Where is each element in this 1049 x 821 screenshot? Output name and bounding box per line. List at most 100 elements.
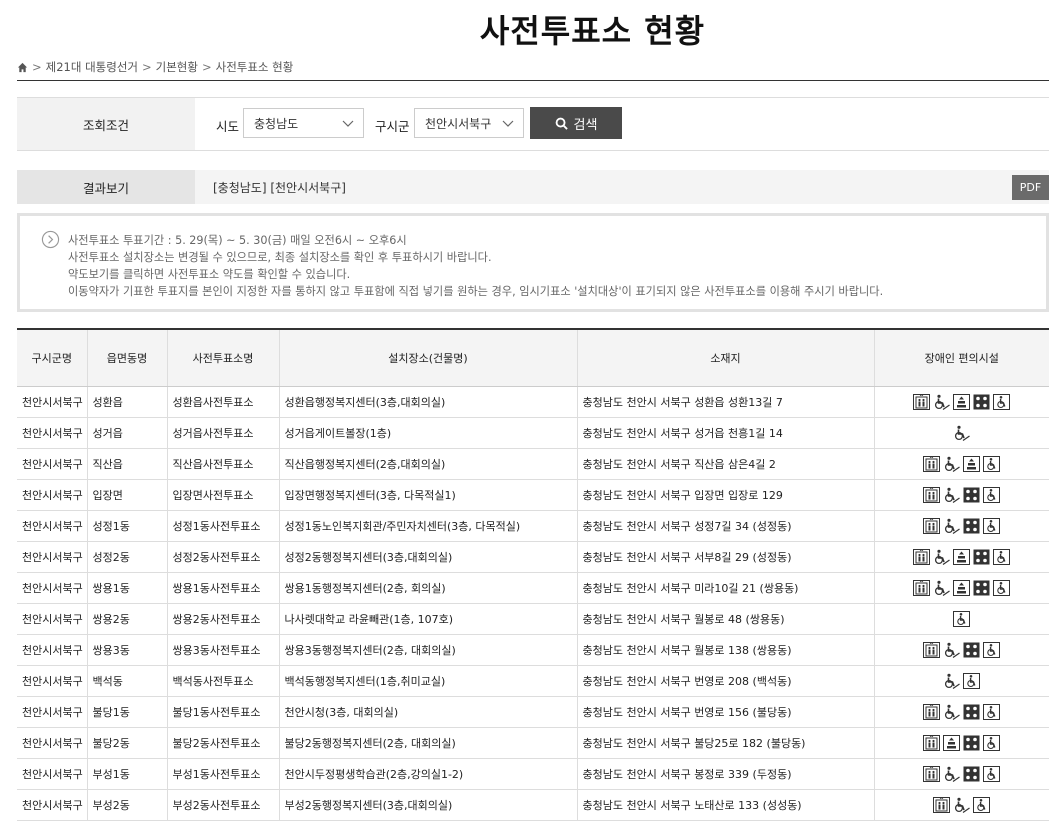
header-facilities: 장애인 편의시설 [873, 329, 1049, 387]
cell-facilities [873, 665, 1049, 696]
elevator-icon [923, 455, 941, 472]
cell-facilities [873, 634, 1049, 665]
breadcrumb-item-basic[interactable]: 기본현황 [156, 59, 198, 75]
cell-address: 충청남도 천안시 서북구 성환읍 성환13길 7 [576, 386, 874, 417]
cell-address: 충청남도 천안시 서북구 번영로 208 (백석동) [576, 665, 874, 696]
cell-address: 충청남도 천안시 서북구 서부8길 29 (성정동) [576, 541, 874, 572]
search-icon [555, 117, 568, 130]
cell-facilities [873, 696, 1049, 727]
cell-place: 천안시청(3층, 대회의실) [278, 696, 577, 727]
elevator-icon [933, 796, 951, 813]
cell-place: 입장면행정복지센터(3층, 다목적실1) [278, 479, 577, 510]
cell-station-name: 성정2동사전투표소 [166, 541, 279, 572]
chevron-down-icon [342, 120, 354, 127]
wheelchair-ramp-icon [943, 642, 961, 658]
cell-station-name: 직산읍사전투표소 [166, 448, 279, 479]
breadcrumb-item-election[interactable]: 제21대 대통령선거 [46, 59, 138, 75]
cell-station-name: 성정1동사전투표소 [166, 510, 279, 541]
cell-dong: 쌍용2동 [86, 603, 167, 634]
cell-place: 성정2동행정복지센터(3층,대회의실) [278, 541, 577, 572]
chevron-down-icon [502, 120, 514, 127]
wheelchair-icon [973, 796, 991, 813]
table-row: 천안시서북구 부성2동 부성2동사전투표소 부성2동행정복지센터(3층,대회의실) 충청… [17, 789, 1049, 820]
cell-dong: 부성2동 [86, 789, 167, 820]
cell-gu: 천안시서북구 [22, 674, 83, 688]
gu-select[interactable]: 천안시서북구 [414, 108, 524, 138]
cell-dong: 입장면 [86, 479, 167, 510]
gu-select-value: 천안시서북구 [425, 116, 492, 131]
wheelchair-ramp-icon [943, 673, 961, 689]
cell-facilities [873, 448, 1049, 479]
wheelchair-ramp-icon [933, 394, 951, 410]
cell-place: 직산읍행정복지센터(2층,대회의실) [278, 448, 577, 479]
table-row: 천안시서북구 성정1동 성정1동사전투표소 성정1동노인복지회관/주민자치센터(3층,… [17, 510, 1049, 541]
search-button-label: 검색 [573, 117, 598, 133]
pdf-button[interactable]: PDF [1012, 175, 1049, 200]
braille-icon [973, 394, 990, 410]
cell-address: 충청남도 천안시 서북구 월봉로 48 (쌍용동) [576, 603, 874, 634]
cell-address: 충청남도 천안시 서북구 번영로 156 (불당동) [576, 696, 874, 727]
elevator-button-icon [943, 734, 961, 751]
sido-select[interactable]: 충청남도 [243, 108, 364, 138]
breadcrumb-separator: > [142, 60, 152, 74]
header-dong: 읍면동명 [86, 329, 167, 387]
header-gu: 구시군명 [17, 329, 87, 387]
header-place: 설치장소(건물명) [278, 329, 577, 387]
table-row: 천안시서북구 부성1동 부성1동사전투표소 천안시두정평생학습관(2층,강의실1-2)… [17, 758, 1049, 789]
search-button[interactable]: 검색 [530, 107, 622, 139]
cell-facilities [873, 758, 1049, 789]
notice-line: 사전투표소 설치장소는 변경될 수 있으므로, 최종 설치장소를 확인 후 투표… [68, 251, 492, 264]
wheelchair-icon [983, 703, 1001, 720]
cell-dong: 직산읍 [86, 448, 167, 479]
cell-station-name: 부성2동사전투표소 [166, 789, 279, 820]
elevator-icon [913, 579, 931, 596]
cell-station-name: 성환읍사전투표소 [166, 386, 279, 417]
table-row: 천안시서북구 입장면 입장면사전투표소 입장면행정복지센터(3층, 다목적실1) 충청남… [17, 479, 1049, 510]
notice-line: 사전투표소 투표기간 : 5. 29(목) ~ 5. 30(금) 매일 오전6시… [68, 234, 407, 247]
breadcrumb: > 제21대 대통령선거 > 기본현황 > 사전투표소 현황 [17, 59, 293, 75]
braille-icon [973, 580, 990, 596]
elevator-button-icon [953, 393, 971, 410]
cell-gu: 천안시서북구 [22, 798, 83, 812]
wheelchair-ramp-icon [943, 518, 961, 534]
result-panel-label: 결과보기 [17, 170, 195, 204]
elevator-icon [923, 765, 941, 782]
cell-gu: 천안시서북구 [22, 581, 83, 595]
cell-dong: 쌍용1동 [86, 572, 167, 603]
sido-label: 시도 [216, 119, 240, 134]
elevator-button-icon [953, 579, 971, 596]
braille-icon [963, 766, 980, 782]
cell-place: 쌍용3동행정복지센터(2층, 대회의실) [278, 634, 577, 665]
wheelchair-ramp-icon [943, 704, 961, 720]
cell-gu: 천안시서북구 [22, 550, 83, 564]
wheelchair-icon [953, 610, 971, 627]
notice-box: 사전투표소 투표기간 : 5. 29(목) ~ 5. 30(금) 매일 오전6시… [17, 213, 1049, 312]
breadcrumb-item-current: 사전투표소 현황 [215, 60, 294, 74]
gu-label: 구시군 [375, 119, 410, 134]
breadcrumb-separator: > [32, 60, 42, 74]
table-row: 천안시서북구 쌍용2동 쌍용2동사전투표소 나사렛대학교 라윤빼관(1층, 107호)… [17, 603, 1049, 634]
result-panel: 결과보기 [충청남도] [천안시서북구] PDF [17, 170, 1049, 204]
wheelchair-icon [983, 517, 1001, 534]
cell-dong: 백석동 [86, 665, 167, 696]
table-header-row: 구시군명 읍면동명 사전투표소명 설치장소(건물명) 소재지 장애인 편의시설 [17, 329, 1049, 387]
cell-address: 충청남도 천안시 서북구 입장면 입장로 129 [576, 479, 874, 510]
table-row: 천안시서북구 성환읍 성환읍사전투표소 성환읍행정복지센터(3층,대회의실) 충청남도 … [17, 386, 1049, 417]
cell-facilities [873, 417, 1049, 448]
cell-station-name: 쌍용3동사전투표소 [166, 634, 279, 665]
home-icon[interactable] [17, 62, 28, 73]
wheelchair-icon [983, 734, 1001, 751]
elevator-icon [913, 393, 931, 410]
cell-facilities [873, 727, 1049, 758]
cell-facilities [873, 510, 1049, 541]
elevator-icon [923, 734, 941, 751]
cell-place: 백석동행정복지센터(1층,취미교실) [278, 665, 577, 696]
cell-address: 충청남도 천안시 서북구 봉정로 339 (두정동) [576, 758, 874, 789]
title-divider [17, 80, 1049, 81]
wheelchair-icon [983, 455, 1001, 472]
cell-place: 성거읍게이트볼장(1층) [278, 417, 577, 448]
table-row: 천안시서북구 불당2동 불당2동사전투표소 불당2동행정복지센터(2층, 대회의실) 충… [17, 727, 1049, 758]
cell-address: 충청남도 천안시 서북구 노태산로 133 (성성동) [576, 789, 874, 820]
table-row: 천안시서북구 쌍용1동 쌍용1동사전투표소 쌍용1동행정복지센터(2층, 회의실) 충청… [17, 572, 1049, 603]
cell-facilities [873, 541, 1049, 572]
